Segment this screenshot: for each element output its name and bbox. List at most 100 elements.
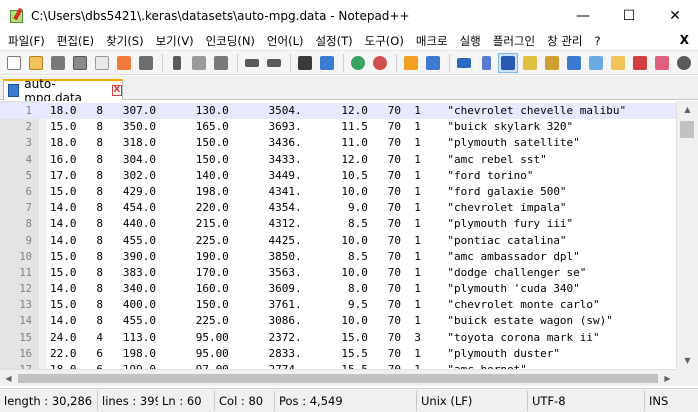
line-text[interactable]: 14.0 8 455.0 225.0 4425. 10.0 70 1 "pont… bbox=[50, 233, 567, 249]
menu-settings[interactable]: 설정(T) bbox=[309, 33, 358, 49]
language-button[interactable] bbox=[520, 53, 540, 73]
open-file-button[interactable] bbox=[26, 53, 46, 73]
indent-guide-button[interactable] bbox=[498, 52, 518, 73]
line-number: 8 bbox=[25, 218, 32, 231]
editor-line[interactable]: 14 14.0 8 455.0 225.0 3086. 10.0 70 1 "bu… bbox=[0, 313, 676, 329]
find-button[interactable] bbox=[295, 53, 315, 73]
line-text[interactable]: 14.0 8 340.0 160.0 3609. 8.0 70 1 "plymo… bbox=[50, 281, 580, 297]
close-document-menu-button[interactable]: X bbox=[680, 31, 689, 50]
tab-close-button[interactable]: X bbox=[111, 85, 122, 96]
menu-help[interactable]: ? bbox=[588, 34, 606, 48]
sync-horizontal-button[interactable] bbox=[423, 53, 443, 73]
editor-line[interactable]: 9 14.0 8 455.0 225.0 4425. 10.0 70 1 "pon… bbox=[0, 233, 676, 249]
doc-map-button[interactable] bbox=[542, 53, 562, 73]
cut-icon bbox=[173, 55, 181, 70]
paste-button[interactable] bbox=[211, 53, 231, 73]
line-text[interactable]: 18.0 6 199.0 97.00 2774. 15.5 70 1 "amc … bbox=[50, 362, 527, 369]
scroll-left-arrow-icon[interactable]: ◀ bbox=[0, 370, 17, 387]
word-wrap-button[interactable] bbox=[454, 53, 474, 73]
view-button[interactable] bbox=[674, 53, 694, 73]
editor-line[interactable]: 13 15.0 8 400.0 150.0 3761. 9.5 70 1 "che… bbox=[0, 297, 676, 313]
status-eol-format[interactable]: Unix (LF) bbox=[417, 390, 528, 411]
line-text[interactable]: 14.0 8 455.0 225.0 3086. 10.0 70 1 "buic… bbox=[50, 313, 613, 329]
menu-tools[interactable]: 도구(O) bbox=[359, 33, 410, 49]
line-text[interactable]: 15.0 8 400.0 150.0 3761. 9.5 70 1 "chevr… bbox=[50, 297, 600, 313]
line-text[interactable]: 15.0 8 390.0 190.0 3850. 8.5 70 1 "amc a… bbox=[50, 249, 580, 265]
horizontal-scroll-thumb[interactable] bbox=[18, 374, 658, 383]
editor-line[interactable]: 7 14.0 8 454.0 220.0 4354. 9.0 70 1 "chev… bbox=[0, 200, 676, 216]
line-text[interactable]: 15.0 8 350.0 165.0 3693. 11.5 70 1 "buic… bbox=[50, 119, 573, 135]
text-area[interactable]: 1 18.0 8 307.0 130.0 3504. 12.0 70 1 "che… bbox=[0, 103, 676, 369]
editor-line[interactable]: 12 14.0 8 340.0 160.0 3609. 8.0 70 1 "ply… bbox=[0, 281, 676, 297]
scroll-down-arrow-icon[interactable]: ▼ bbox=[677, 352, 698, 369]
folder-workspace-button[interactable] bbox=[608, 53, 628, 73]
menu-macro[interactable]: 매크로 bbox=[410, 33, 454, 49]
menu-language[interactable]: 언어(L) bbox=[261, 33, 310, 49]
line-text[interactable]: 14.0 8 454.0 220.0 4354. 9.0 70 1 "chevr… bbox=[50, 200, 567, 216]
cut-button[interactable] bbox=[167, 53, 187, 73]
menu-encoding[interactable]: 인코딩(N) bbox=[200, 33, 261, 49]
editor-line[interactable]: 11 15.0 8 383.0 170.0 3563. 10.0 70 1 "do… bbox=[0, 265, 676, 281]
editor-line[interactable]: 16 22.0 6 198.0 95.00 2833. 15.5 70 1 "pl… bbox=[0, 346, 676, 362]
editor-line[interactable]: 3 18.0 8 318.0 150.0 3436. 11.0 70 1 "ply… bbox=[0, 135, 676, 151]
editor-line[interactable]: 6 15.0 8 429.0 198.0 4341. 10.0 70 1 "for… bbox=[0, 184, 676, 200]
line-text[interactable]: 24.0 4 113.0 95.00 2372. 15.0 70 3 "toyo… bbox=[50, 330, 600, 346]
new-file-button[interactable] bbox=[4, 53, 24, 73]
menu-window[interactable]: 창 관리 bbox=[541, 33, 588, 49]
scrollbar-corner bbox=[676, 369, 698, 386]
zoom-out-button[interactable] bbox=[370, 53, 390, 73]
line-text[interactable]: 17.0 8 302.0 140.0 3449. 10.5 70 1 "ford… bbox=[50, 168, 533, 184]
record-macro-button[interactable] bbox=[652, 53, 672, 73]
close-window-button[interactable]: ✕ bbox=[652, 0, 698, 31]
line-text[interactable]: 16.0 8 304.0 150.0 3433. 12.0 70 1 "amc … bbox=[50, 152, 547, 168]
status-encoding[interactable]: UTF-8 bbox=[528, 390, 645, 411]
replace-button[interactable] bbox=[317, 53, 337, 73]
vertical-scroll-thumb[interactable] bbox=[680, 121, 694, 138]
function-list-button[interactable] bbox=[586, 53, 606, 73]
scroll-up-arrow-icon[interactable]: ▲ bbox=[677, 101, 698, 118]
sync-vertical-button[interactable] bbox=[401, 53, 421, 73]
all-chars-button[interactable] bbox=[476, 53, 496, 73]
menu-plugins[interactable]: 플러그인 bbox=[487, 33, 541, 49]
print-button[interactable] bbox=[136, 53, 156, 73]
undo-button[interactable] bbox=[242, 53, 262, 73]
editor-line[interactable]: 10 15.0 8 390.0 190.0 3850. 8.5 70 1 "amc… bbox=[0, 249, 676, 265]
menu-edit[interactable]: 편집(E) bbox=[51, 33, 100, 49]
zoom-in-button[interactable] bbox=[348, 53, 368, 73]
line-number: 1 bbox=[25, 105, 32, 117]
doc-list-button[interactable] bbox=[564, 53, 584, 73]
editor-line[interactable]: 8 14.0 8 440.0 215.0 4312. 8.5 70 1 "plym… bbox=[0, 216, 676, 232]
editor-line[interactable]: 17 18.0 6 199.0 97.00 2774. 15.5 70 1 "am… bbox=[0, 362, 676, 369]
redo-button[interactable] bbox=[264, 53, 284, 73]
menu-run[interactable]: 실행 bbox=[454, 33, 487, 49]
save-all-button[interactable] bbox=[70, 53, 90, 73]
close-all-button[interactable] bbox=[114, 53, 134, 73]
menu-view[interactable]: 보기(V) bbox=[150, 33, 200, 49]
maximize-button[interactable]: ☐ bbox=[606, 0, 652, 31]
line-text[interactable]: 15.0 8 383.0 170.0 3563. 10.0 70 1 "dodg… bbox=[50, 265, 586, 281]
save-button[interactable] bbox=[48, 53, 68, 73]
tab-auto-mpg[interactable]: auto-mpg.data X bbox=[3, 77, 123, 105]
line-text[interactable]: 15.0 8 429.0 198.0 4341. 10.0 70 1 "ford… bbox=[50, 184, 567, 200]
line-text[interactable]: 22.0 6 198.0 95.00 2833. 15.5 70 1 "plym… bbox=[50, 346, 560, 362]
close-button[interactable] bbox=[92, 53, 112, 73]
editor-line[interactable]: 1 18.0 8 307.0 130.0 3504. 12.0 70 1 "che… bbox=[0, 103, 676, 120]
scroll-right-arrow-icon[interactable]: ▶ bbox=[659, 370, 676, 387]
line-text[interactable]: 14.0 8 440.0 215.0 4312. 8.5 70 1 "plymo… bbox=[50, 216, 573, 232]
copy-button[interactable] bbox=[189, 53, 209, 73]
menu-search[interactable]: 찾기(S) bbox=[100, 33, 149, 49]
editor-line[interactable]: 2 15.0 8 350.0 165.0 3693. 11.5 70 1 "bui… bbox=[0, 119, 676, 135]
editor[interactable]: 1 18.0 8 307.0 130.0 3504. 12.0 70 1 "che… bbox=[0, 101, 676, 369]
editor-line[interactable]: 5 17.0 8 302.0 140.0 3449. 10.5 70 1 "for… bbox=[0, 168, 676, 184]
monitoring-button[interactable] bbox=[630, 53, 650, 73]
toolbar-separator bbox=[449, 53, 450, 72]
line-text[interactable]: 18.0 8 318.0 150.0 3436. 11.0 70 1 "plym… bbox=[50, 135, 580, 151]
editor-line[interactable]: 4 16.0 8 304.0 150.0 3433. 12.0 70 1 "amc… bbox=[0, 152, 676, 168]
horizontal-scrollbar[interactable]: ◀ ▶ bbox=[0, 369, 676, 386]
line-text[interactable]: 18.0 8 307.0 130.0 3504. 12.0 70 1 "chev… bbox=[50, 103, 626, 119]
minimize-button[interactable]: — bbox=[560, 0, 606, 31]
vertical-scrollbar[interactable]: ▲ ▼ bbox=[676, 101, 698, 369]
menu-file[interactable]: 파일(F) bbox=[2, 33, 51, 49]
line-number: 3 bbox=[25, 137, 32, 150]
editor-line[interactable]: 15 24.0 4 113.0 95.00 2372. 15.0 70 3 "to… bbox=[0, 330, 676, 346]
